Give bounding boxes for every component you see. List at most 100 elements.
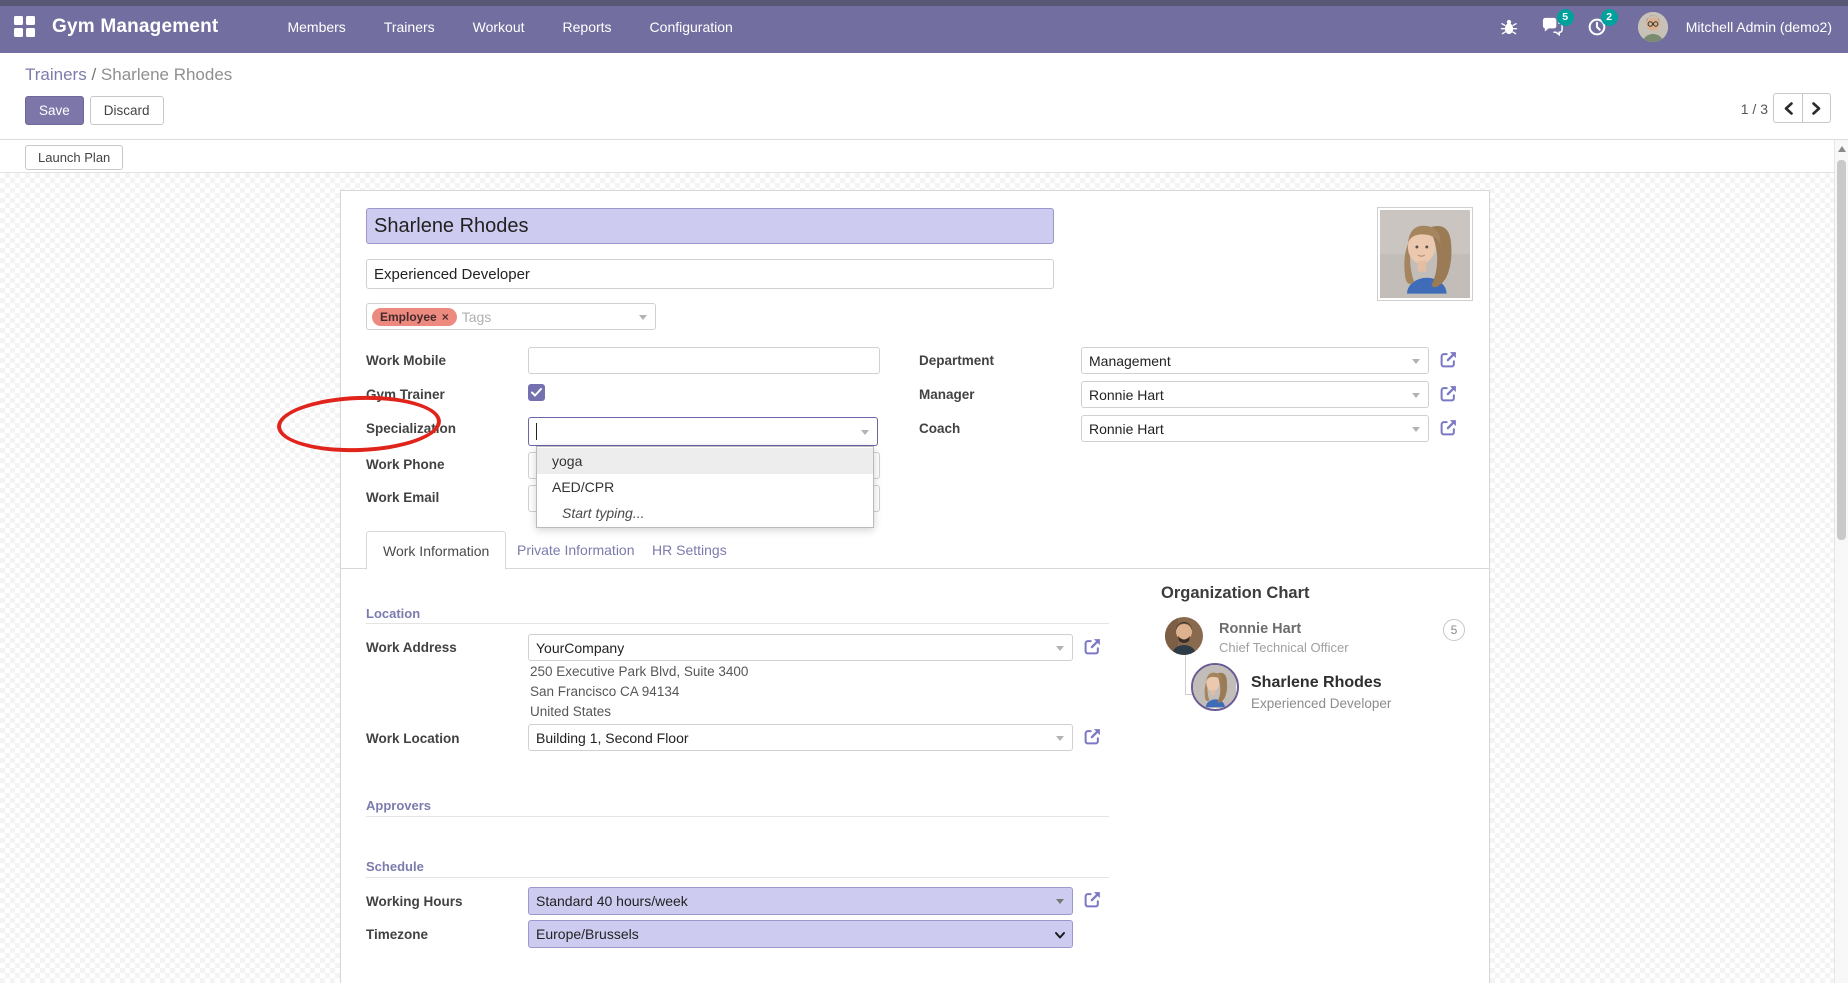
dropdown-option-aedcpr[interactable]: AED/CPR [537, 474, 873, 500]
pager-next-button[interactable] [1802, 93, 1831, 123]
timezone-select[interactable]: Europe/Brussels [528, 920, 1073, 948]
org-node-manager-name[interactable]: Ronnie Hart [1219, 621, 1301, 637]
coach-label: Coach [919, 421, 960, 436]
work-address-label: Work Address [366, 640, 457, 655]
text-cursor [536, 423, 537, 440]
work-location-caret-icon [1056, 736, 1064, 741]
activities-icon[interactable]: 2 [1580, 10, 1614, 44]
department-external-link-icon[interactable] [1439, 350, 1458, 369]
coach-external-link-icon[interactable] [1439, 418, 1458, 437]
department-input[interactable]: Management [1081, 347, 1429, 374]
nav-item-trainers[interactable]: Trainers [369, 11, 450, 43]
address-country: United States [530, 704, 611, 719]
breadcrumb: Trainers / Sharlene Rhodes [25, 65, 232, 85]
navbar-right: 5 2 Mitchell Admin (demo2) [1492, 10, 1848, 44]
form-statusbar: Launch Plan [0, 140, 1834, 173]
work-mobile-label: Work Mobile [366, 353, 446, 368]
department-label: Department [919, 353, 994, 368]
work-address-caret-icon [1056, 646, 1064, 651]
work-location-external-link-icon[interactable] [1083, 727, 1102, 746]
top-navbar: Gym Management Members Trainers Workout … [0, 0, 1848, 53]
manager-input[interactable]: Ronnie Hart [1081, 381, 1429, 408]
tab-work-information[interactable]: Work Information [366, 531, 506, 570]
specialization-input[interactable] [528, 417, 878, 446]
approvers-section-title: Approvers [366, 798, 431, 813]
pager-previous-button[interactable] [1773, 93, 1802, 123]
tag-employee: Employee × [372, 308, 457, 326]
department-value: Management [1089, 353, 1171, 369]
location-section-divider [366, 623, 1109, 624]
specialization-dropdown: yoga AED/CPR Start typing... [536, 446, 874, 528]
control-panel: Trainers / Sharlene Rhodes Save Discard … [0, 53, 1848, 140]
working-hours-input[interactable]: Standard 40 hours/week [528, 887, 1073, 915]
org-node-current-avatar[interactable] [1191, 663, 1239, 711]
timezone-select-arrow-icon [1054, 929, 1066, 941]
scrollbar-thumb[interactable] [1837, 160, 1846, 540]
work-address-external-link-icon[interactable] [1083, 637, 1102, 656]
pager-value: 1 / 3 [1741, 101, 1768, 117]
save-button[interactable]: Save [25, 96, 84, 125]
launch-plan-button[interactable]: Launch Plan [25, 145, 123, 170]
job-title-input[interactable]: Experienced Developer [366, 259, 1054, 289]
manager-external-link-icon[interactable] [1439, 384, 1458, 403]
org-node-current-title: Experienced Developer [1251, 696, 1391, 711]
work-phone-label: Work Phone [366, 457, 445, 472]
breadcrumb-current: Sharlene Rhodes [101, 65, 232, 84]
work-address-input[interactable]: YourCompany [528, 634, 1073, 661]
form-action-buttons: Save Discard [25, 96, 164, 125]
scrollbar-up-arrow-icon[interactable] [1838, 146, 1846, 152]
nav-item-workout[interactable]: Workout [458, 11, 540, 43]
breadcrumb-parent[interactable]: Trainers [25, 65, 87, 84]
app-brand[interactable]: Gym Management [52, 16, 218, 38]
dropdown-option-yoga[interactable]: yoga [537, 448, 873, 474]
nav-item-reports[interactable]: Reports [548, 11, 627, 43]
job-title-value: Experienced Developer [374, 266, 530, 283]
tags-input[interactable]: Employee × Tags [366, 303, 656, 330]
employee-photo[interactable] [1377, 207, 1473, 301]
address-city: San Francisco CA 94134 [530, 684, 679, 699]
tab-hr-settings[interactable]: HR Settings [636, 531, 743, 569]
discard-button[interactable]: Discard [90, 96, 164, 125]
name-input[interactable]: Sharlene Rhodes [366, 208, 1054, 244]
schedule-section-divider [366, 877, 1109, 878]
apps-menu-icon[interactable] [14, 16, 36, 38]
user-avatar[interactable] [1638, 12, 1668, 42]
gym-trainer-label: Gym Trainer [366, 387, 445, 402]
work-location-input[interactable]: Building 1, Second Floor [528, 724, 1073, 751]
pager-buttons [1773, 93, 1831, 123]
app-screen: Gym Management Members Trainers Workout … [0, 0, 1848, 983]
gym-trainer-checkbox[interactable] [528, 384, 545, 401]
form-sheet: Sharlene Rhodes Experienced Developer Em… [340, 190, 1490, 983]
nav-item-configuration[interactable]: Configuration [635, 11, 748, 43]
user-name[interactable]: Mitchell Admin (demo2) [1686, 19, 1832, 35]
working-hours-external-link-icon[interactable] [1083, 890, 1102, 909]
timezone-label: Timezone [366, 927, 428, 942]
timezone-value: Europe/Brussels [536, 926, 639, 942]
org-node-current-name: Sharlene Rhodes [1251, 674, 1382, 692]
work-email-label: Work Email [366, 490, 439, 505]
work-mobile-input[interactable] [528, 347, 880, 374]
manager-label: Manager [919, 387, 975, 402]
breadcrumb-separator: / [91, 65, 96, 84]
tab-private-information[interactable]: Private Information [501, 531, 651, 569]
manager-value: Ronnie Hart [1089, 387, 1164, 403]
org-chart-title: Organization Chart [1161, 584, 1310, 603]
vertical-scrollbar[interactable] [1834, 140, 1848, 983]
working-hours-caret-icon [1056, 899, 1064, 904]
location-section-title: Location [366, 606, 420, 621]
department-caret-icon [1412, 359, 1420, 364]
org-node-manager-title: Chief Technical Officer [1219, 640, 1349, 655]
nav-menus: Members Trainers Workout Reports Configu… [272, 11, 747, 43]
tag-remove-icon[interactable]: × [442, 310, 449, 324]
working-hours-label: Working Hours [366, 894, 463, 909]
coach-input[interactable]: Ronnie Hart [1081, 415, 1429, 442]
work-location-value: Building 1, Second Floor [536, 730, 689, 746]
dropdown-start-typing-hint[interactable]: Start typing... [537, 500, 873, 526]
messages-icon[interactable]: 5 [1536, 10, 1570, 44]
nav-item-members[interactable]: Members [272, 11, 360, 43]
approvers-section-divider [366, 816, 1109, 817]
org-node-manager-avatar[interactable] [1165, 617, 1203, 655]
org-node-manager-badge[interactable]: 5 [1443, 619, 1465, 641]
name-value: Sharlene Rhodes [374, 215, 529, 238]
debug-bug-icon[interactable] [1492, 10, 1526, 44]
